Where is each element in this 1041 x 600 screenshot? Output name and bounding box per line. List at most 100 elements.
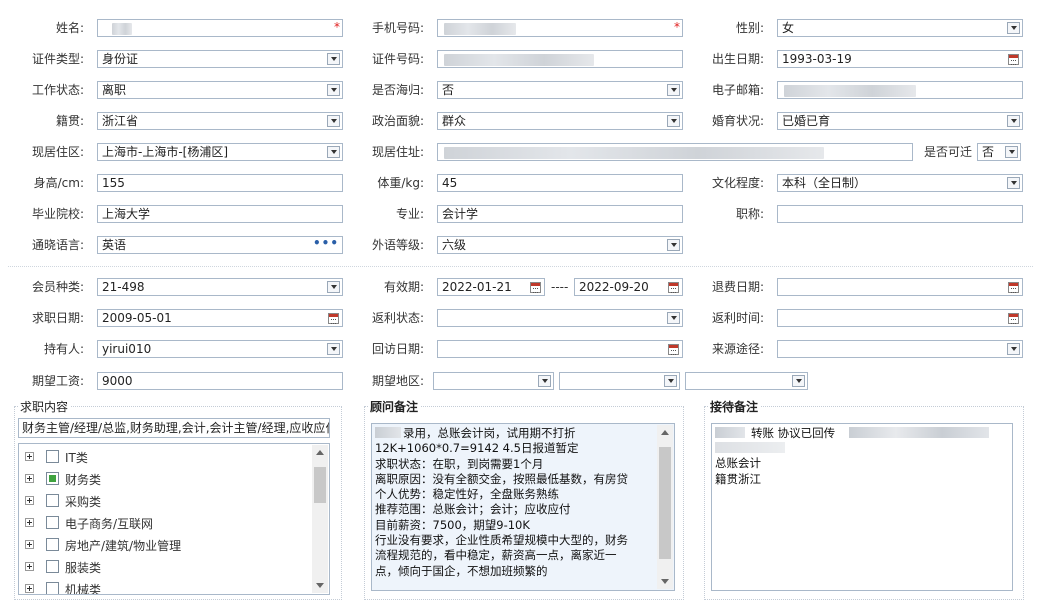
expand-icon[interactable] <box>25 496 34 505</box>
chevron-down-icon[interactable] <box>327 53 340 65</box>
email-field[interactable] <box>777 81 1023 99</box>
relocate-select[interactable]: 否 <box>977 143 1021 161</box>
area-province-select[interactable] <box>433 372 554 390</box>
chevron-down-icon[interactable] <box>667 84 680 96</box>
calendar-icon[interactable] <box>1008 313 1019 324</box>
tree-checkbox[interactable] <box>46 450 59 463</box>
salary-field[interactable]: 9000 <box>97 372 343 390</box>
tree-item[interactable]: 电子商务/互联网 <box>19 512 309 534</box>
rebate-state-select[interactable] <box>437 309 683 327</box>
scroll-thumb[interactable] <box>314 467 326 503</box>
job-summary-field[interactable]: 财务主管/经理/总监,财务助理,会计,会计主管/经理,应收应付 <box>18 418 330 438</box>
lang-level-select[interactable]: 六级 <box>437 236 683 254</box>
memo-scrollbar[interactable] <box>657 425 673 589</box>
expand-icon[interactable] <box>25 540 34 549</box>
member-type-select[interactable]: 21-498 <box>97 278 343 296</box>
politics-select[interactable]: 群众 <box>437 112 683 130</box>
height-field[interactable]: 155 <box>97 174 343 192</box>
chevron-down-icon[interactable] <box>667 239 680 251</box>
work-label: 工作状态: <box>31 83 84 97</box>
calendar-icon[interactable] <box>1008 282 1019 293</box>
calendar-icon[interactable] <box>668 282 679 293</box>
education-select[interactable]: 本科（全日制） <box>777 174 1023 192</box>
marital-select[interactable]: 已婚已育 <box>777 112 1023 130</box>
calendar-icon[interactable] <box>328 313 339 324</box>
expand-icon[interactable] <box>25 562 34 571</box>
job-date-field[interactable]: 2009-05-01 <box>97 309 343 327</box>
origin-select[interactable]: 浙江省 <box>97 112 343 130</box>
phone-field[interactable]: * <box>437 19 683 37</box>
chevron-down-icon[interactable] <box>667 115 680 127</box>
calendar-icon[interactable] <box>530 282 541 293</box>
tree-checkbox[interactable] <box>46 494 59 507</box>
expand-icon[interactable] <box>25 584 34 593</box>
chevron-down-icon[interactable] <box>1007 343 1020 355</box>
weight-field[interactable]: 45 <box>437 174 683 192</box>
chevron-down-icon[interactable] <box>792 375 805 387</box>
tree-scrollbar[interactable] <box>312 445 328 593</box>
tree-item[interactable]: 机械类 <box>19 578 309 594</box>
scroll-up-icon[interactable] <box>316 450 324 455</box>
scroll-thumb[interactable] <box>659 447 671 559</box>
chevron-down-icon[interactable] <box>1007 177 1020 189</box>
rebate-time-field[interactable] <box>777 309 1023 327</box>
chevron-down-icon[interactable] <box>667 312 680 324</box>
visit-date-field[interactable] <box>437 340 683 358</box>
chevron-down-icon[interactable] <box>327 115 340 127</box>
chevron-down-icon[interactable] <box>327 281 340 293</box>
scroll-up-icon[interactable] <box>661 430 669 435</box>
expand-icon[interactable] <box>25 452 34 461</box>
calendar-icon[interactable] <box>668 344 679 355</box>
residence-select[interactable]: 上海市-上海市-[杨浦区] <box>97 143 343 161</box>
more-icon[interactable]: ••• <box>313 237 339 251</box>
tree-item[interactable]: 服装类 <box>19 556 309 578</box>
tree-item[interactable]: 房地产/建筑/物业管理 <box>19 534 309 556</box>
title-field[interactable] <box>777 205 1023 223</box>
tree-item[interactable]: 财务类 <box>19 468 309 490</box>
area-district-select[interactable] <box>685 372 808 390</box>
overseas-select[interactable]: 否 <box>437 81 683 99</box>
scroll-down-icon[interactable] <box>661 579 669 584</box>
major-field[interactable]: 会计学 <box>437 205 683 223</box>
refund-date-field[interactable] <box>777 278 1023 296</box>
source-select[interactable] <box>777 340 1023 358</box>
chevron-down-icon[interactable] <box>664 375 677 387</box>
calendar-icon[interactable] <box>1008 54 1019 65</box>
work-status-select[interactable]: 离职 <box>97 81 343 99</box>
expand-icon[interactable] <box>25 474 34 483</box>
tree-checkbox[interactable] <box>46 472 59 485</box>
tree-checkbox[interactable] <box>46 560 59 573</box>
politics-label: 政治面貌: <box>371 114 424 128</box>
gender-select[interactable]: 女 <box>777 19 1023 37</box>
idno-field[interactable] <box>437 50 683 68</box>
holder-select[interactable]: yirui010 <box>97 340 343 358</box>
expand-icon[interactable] <box>25 518 34 527</box>
chevron-down-icon[interactable] <box>1007 22 1020 34</box>
name-field[interactable]: * <box>97 19 343 37</box>
area-city-select[interactable] <box>559 372 680 390</box>
school-field[interactable]: 上海大学 <box>97 205 343 223</box>
tree-checkbox[interactable] <box>46 582 59 594</box>
chevron-down-icon[interactable] <box>1005 146 1018 158</box>
chevron-down-icon[interactable] <box>538 375 551 387</box>
idtype-select[interactable]: 身份证 <box>97 50 343 68</box>
language-field[interactable]: 英语 ••• <box>97 236 343 254</box>
tree-checkbox[interactable] <box>46 516 59 529</box>
tree-checkbox[interactable] <box>46 538 59 551</box>
birth-label: 出生日期: <box>711 52 764 66</box>
valid-from-field[interactable]: 2022-01-21 <box>437 278 545 296</box>
scroll-down-icon[interactable] <box>316 583 324 588</box>
tree-item[interactable]: IT类 <box>19 446 309 468</box>
job-category-tree[interactable]: IT类 财务类 采购类 电子商务/互联网 房地产/建筑/物业管理 服装类 机械类 <box>18 443 330 595</box>
reception-memo-textarea[interactable]: 转账 协议已回传 总账会计 籍贯浙江 <box>711 423 1013 591</box>
chevron-down-icon[interactable] <box>327 146 340 158</box>
valid-to-field[interactable]: 2022-09-20 <box>574 278 683 296</box>
chevron-down-icon[interactable] <box>1007 115 1020 127</box>
address-field[interactable] <box>437 143 913 161</box>
chevron-down-icon[interactable] <box>327 84 340 96</box>
advisor-memo-textarea[interactable]: 录用，总账会计岗，试用期不打折 12K+1060*0.7=9142 4.5日报道暂… <box>371 423 675 591</box>
chevron-down-icon[interactable] <box>327 343 340 355</box>
birth-date-field[interactable]: 1993-03-19 <box>777 50 1023 68</box>
idno-label: 证件号码: <box>371 52 424 66</box>
tree-item[interactable]: 采购类 <box>19 490 309 512</box>
